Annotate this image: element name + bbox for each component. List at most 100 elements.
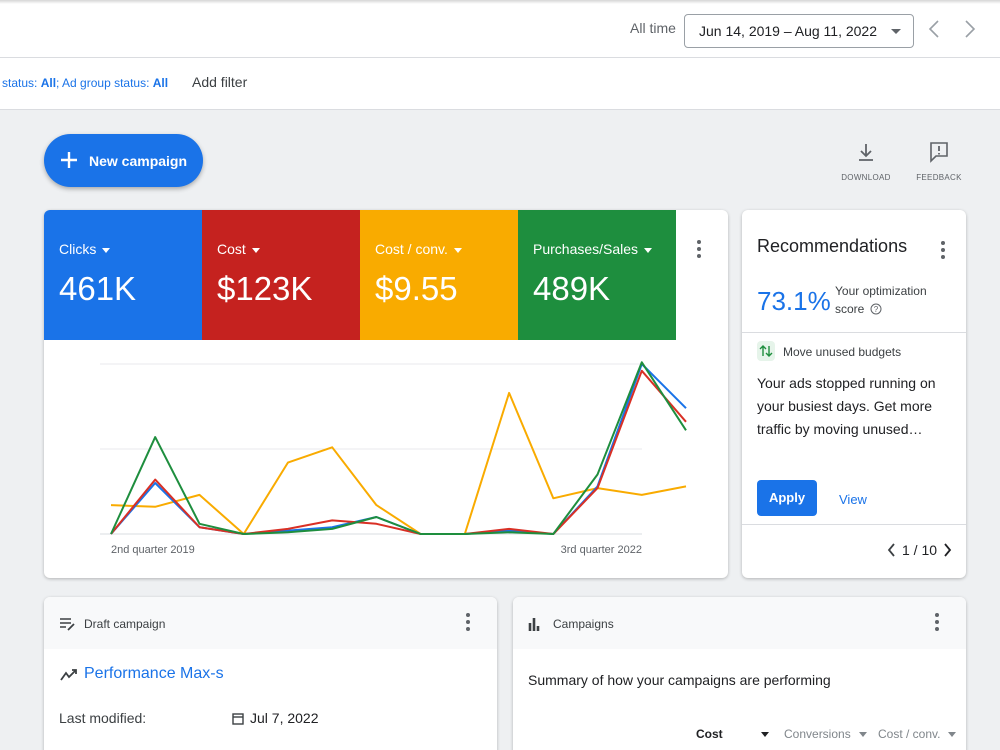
series-line-3 bbox=[110, 391, 687, 535]
performance-max-icon bbox=[60, 669, 77, 681]
dropdown-icon bbox=[102, 247, 111, 253]
metric-cost-value: $123K bbox=[217, 270, 313, 307]
draft-campaign-link[interactable]: Performance Max-s bbox=[84, 665, 224, 683]
next-range-button[interactable] bbox=[958, 14, 982, 44]
view-link[interactable]: View bbox=[839, 492, 867, 507]
x-tick-label-start: 2nd quarter 2019 bbox=[111, 544, 195, 556]
divider bbox=[742, 332, 966, 333]
column-cost-per-conv-label: Cost / conv. bbox=[878, 727, 941, 741]
metric-cost[interactable]: Cost $123K bbox=[202, 210, 360, 340]
download-label: DOWNLOAD bbox=[841, 173, 891, 182]
last-modified: Jul 7, 2022 bbox=[232, 710, 319, 726]
campaigns-summary: Summary of how your campaigns are perfor… bbox=[528, 672, 831, 688]
pager-next-icon[interactable] bbox=[943, 543, 952, 557]
metric-purchases-value: 489K bbox=[533, 270, 611, 307]
apply-button[interactable]: Apply bbox=[757, 480, 817, 516]
last-modified-label: Last modified: bbox=[59, 710, 147, 726]
chevron-down-icon bbox=[891, 29, 901, 34]
performance-chart: 2nd quarter 2019 3rd quarter 2022 bbox=[100, 361, 687, 556]
campaigns-card-title: Campaigns bbox=[553, 617, 614, 631]
pager-prev-icon[interactable] bbox=[887, 543, 896, 557]
metric-clicks-value: 461K bbox=[59, 270, 137, 307]
previous-range-button[interactable] bbox=[922, 14, 946, 44]
ad-group-status-value: All bbox=[152, 76, 169, 90]
calendar-icon bbox=[232, 712, 244, 725]
help-icon[interactable]: ? bbox=[870, 303, 882, 315]
optimization-score: 73.1% bbox=[757, 286, 831, 316]
performance-card: Clicks 461K Cost $123K Cost / conv. $9.5… bbox=[44, 210, 728, 578]
feedback-label: FEEDBACK bbox=[916, 173, 962, 182]
metric-purchases[interactable]: Purchases/Sales 489K bbox=[518, 210, 676, 340]
filter-prefix: status: bbox=[2, 76, 41, 90]
campaigns-more-options-icon[interactable] bbox=[932, 613, 942, 635]
bar-chart-icon bbox=[528, 618, 540, 631]
draft-campaign-card: Draft campaign Performance Max-s Last mo… bbox=[44, 597, 497, 750]
metric-clicks[interactable]: Clicks 461K bbox=[44, 210, 202, 340]
svg-text:?: ? bbox=[873, 305, 878, 314]
column-select-cost-per-conv[interactable]: Cost / conv. bbox=[878, 727, 957, 741]
recommendations-card: Recommendations 73.1% Your optimization … bbox=[742, 210, 966, 578]
filter-chip[interactable]: status: All; Ad group status: All bbox=[2, 76, 168, 90]
metric-cost-label: Cost bbox=[217, 241, 246, 257]
chart-more-options-icon[interactable] bbox=[694, 240, 704, 262]
plus-icon bbox=[61, 152, 77, 168]
range-label: All time bbox=[630, 20, 676, 36]
filter-bar: status: All; Ad group status: All Add fi… bbox=[0, 58, 1000, 110]
x-tick-label-end: 3rd quarter 2022 bbox=[561, 544, 642, 556]
add-filter-button[interactable]: Add filter bbox=[192, 74, 247, 90]
new-campaign-label: New campaign bbox=[89, 153, 188, 169]
draft-card-header: Draft campaign bbox=[44, 597, 497, 649]
metric-name: Cost bbox=[217, 241, 260, 257]
column-cost-label: Cost bbox=[696, 727, 723, 741]
filter-middle: ; Ad group status: bbox=[56, 76, 153, 90]
recommendations-more-options-icon[interactable] bbox=[938, 241, 948, 263]
column-select-cost[interactable]: Cost bbox=[696, 727, 769, 741]
dropdown-icon bbox=[948, 731, 957, 737]
dropdown-icon bbox=[644, 247, 653, 253]
draft-card-title: Draft campaign bbox=[84, 617, 166, 631]
metric-cost-per-conv-value: $9.55 bbox=[375, 270, 458, 307]
recommendations-title: Recommendations bbox=[757, 236, 908, 256]
recommendation-text: Your ads stopped running on your busiest… bbox=[757, 375, 936, 437]
top-shadow bbox=[0, 0, 1000, 4]
column-conversions-label: Conversions bbox=[784, 727, 851, 741]
divider bbox=[742, 524, 966, 525]
metric-cost-per-conv[interactable]: Cost / conv. $9.55 bbox=[360, 210, 518, 340]
top-bar: All time Jun 14, 2019 – Aug 11, 2022 bbox=[0, 0, 1000, 58]
download-button[interactable]: DOWNLOAD bbox=[836, 140, 896, 188]
column-select-conversions[interactable]: Conversions bbox=[784, 727, 867, 741]
new-campaign-button[interactable]: New campaign bbox=[44, 134, 203, 187]
date-range-value: Jun 14, 2019 – Aug 11, 2022 bbox=[699, 23, 878, 39]
metric-tiles: Clicks 461K Cost $123K Cost / conv. $9.5… bbox=[44, 210, 676, 340]
draft-icon bbox=[60, 618, 75, 631]
pager-text: 1 / 10 bbox=[902, 542, 938, 558]
status-value: All bbox=[40, 76, 57, 90]
metric-clicks-label: Clicks bbox=[59, 241, 97, 257]
dropdown-icon bbox=[251, 247, 260, 253]
dropdown-icon bbox=[453, 247, 462, 253]
recommendation-pager: 1 / 10 bbox=[887, 542, 952, 558]
metric-name: Clicks bbox=[59, 241, 111, 257]
budget-move-icon bbox=[757, 341, 775, 361]
dropdown-icon bbox=[858, 731, 867, 737]
series-line-1 bbox=[110, 369, 687, 535]
series-line-2 bbox=[110, 361, 687, 535]
campaigns-card: Campaigns Summary of how your campaigns … bbox=[513, 597, 966, 750]
chevron-left-icon bbox=[928, 20, 939, 38]
series-layer bbox=[110, 361, 687, 535]
draft-more-options-icon[interactable] bbox=[463, 613, 473, 635]
chevron-right-icon bbox=[965, 20, 976, 38]
metric-purchases-label: Purchases/Sales bbox=[533, 241, 639, 257]
feedback-icon bbox=[930, 142, 948, 163]
campaigns-card-header: Campaigns bbox=[513, 597, 966, 649]
dropdown-icon bbox=[760, 731, 769, 737]
metric-name: Cost / conv. bbox=[375, 241, 462, 257]
last-modified-value: Jul 7, 2022 bbox=[250, 710, 319, 726]
date-range-select[interactable]: Jun 14, 2019 – Aug 11, 2022 bbox=[684, 14, 914, 48]
feedback-button[interactable]: FEEDBACK bbox=[909, 140, 969, 188]
metric-name: Purchases/Sales bbox=[533, 241, 653, 257]
download-icon bbox=[859, 144, 873, 161]
optimization-score-label: Your optimization score ? bbox=[835, 282, 945, 318]
metric-cost-per-conv-label: Cost / conv. bbox=[375, 241, 448, 257]
recommendation-type: Move unused budgets bbox=[783, 345, 902, 359]
